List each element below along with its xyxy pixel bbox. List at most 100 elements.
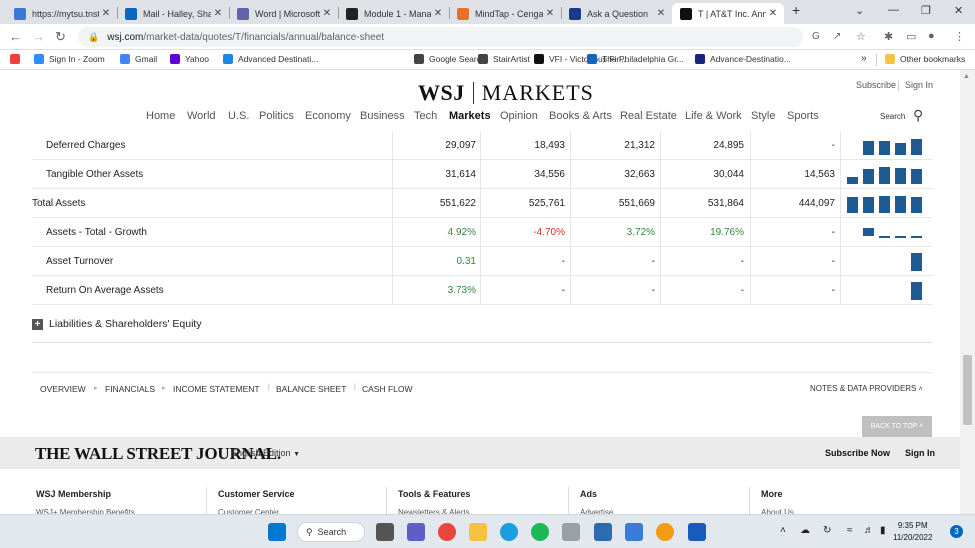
system-clock[interactable]: 9:35 PM 11/20/2022 [893, 520, 932, 544]
app-icon[interactable] [656, 523, 674, 541]
extensions-icon[interactable]: ✱ [884, 30, 893, 43]
nav-link-life-work[interactable]: Life & Work [685, 110, 742, 122]
onedrive-icon[interactable]: ☁ [800, 525, 810, 536]
browser-tab[interactable]: MindTap - Cenga ✕ [449, 3, 561, 24]
subnav-link-financials[interactable]: FINANCIALS [105, 384, 155, 394]
scrollbar-thumb[interactable] [963, 355, 972, 425]
browser-tab[interactable]: Module 1 - Mana ✕ [338, 3, 449, 24]
footer-column-title[interactable]: Customer Service [218, 489, 295, 499]
file-explorer-icon[interactable] [469, 523, 487, 541]
forward-arrow-icon[interactable]: → [32, 29, 45, 44]
tab-search-chevron-icon[interactable]: ⌄ [855, 4, 864, 17]
footer-column-title[interactable]: Ads [580, 489, 597, 499]
subnav-link-balance-sheet[interactable]: BALANCE SHEET [276, 384, 346, 394]
bookmark-item[interactable]: The Philadelphia Gr... [587, 54, 684, 64]
window-close-icon[interactable]: ✕ [954, 4, 963, 17]
reload-icon[interactable]: ↻ [55, 29, 66, 45]
notification-badge[interactable]: 3 [950, 525, 963, 538]
bookmark-item[interactable]: Gmail [120, 54, 157, 64]
back-to-top-button[interactable]: BACK TO TOP ˄ [862, 416, 932, 437]
nav-link-economy[interactable]: Economy [305, 110, 351, 122]
close-icon[interactable]: ✕ [543, 8, 557, 19]
photos-icon[interactable] [625, 523, 643, 541]
chrome-icon[interactable] [438, 523, 456, 541]
wifi-icon[interactable]: ≈ [847, 525, 853, 536]
nav-link-business[interactable]: Business [360, 110, 405, 122]
nav-link-politics[interactable]: Politics [259, 110, 294, 122]
task-view-icon[interactable] [376, 523, 394, 541]
minimize-icon[interactable]: — [888, 4, 899, 16]
bookmark-item[interactable] [10, 54, 25, 64]
kebab-menu-icon[interactable]: ⋮ [954, 30, 965, 43]
nav-link-style[interactable]: Style [751, 110, 775, 122]
browser-tab[interactable]: Ask a Question ✕ [561, 3, 672, 24]
profile-icon[interactable]: ● [928, 30, 935, 42]
volume-icon[interactable]: ♬ [864, 525, 874, 536]
more-bookmarks-icon[interactable]: » [861, 53, 867, 64]
nav-link-real-estate[interactable]: Real Estate [620, 110, 677, 122]
share-icon[interactable]: ↗ [833, 31, 841, 42]
close-icon[interactable]: ✕ [99, 8, 113, 19]
restore-icon[interactable]: ❐ [921, 4, 931, 17]
nav-link-sports[interactable]: Sports [787, 110, 819, 122]
close-icon[interactable]: ✕ [320, 8, 334, 19]
subnav-link-overview[interactable]: OVERVIEW [40, 384, 86, 394]
nav-link-opinion[interactable]: Opinion [500, 110, 538, 122]
sync-icon[interactable]: ↻ [823, 525, 831, 536]
bookmark-item[interactable]: Google Search [414, 54, 486, 64]
bookmark-item[interactable]: Advanced Destinati... [223, 54, 318, 64]
taskbar-search[interactable]: ⚲ Search [297, 522, 365, 542]
zoom-app-icon[interactable] [594, 523, 612, 541]
close-icon[interactable]: ✕ [654, 8, 668, 19]
google-lens-icon[interactable]: G [812, 31, 820, 42]
browser-tab[interactable]: Mail - Halley, Sha ✕ [117, 3, 229, 24]
word-icon[interactable] [688, 523, 706, 541]
side-panel-icon[interactable]: ▭ [906, 30, 916, 43]
other-bookmarks[interactable]: Other bookmarks [885, 54, 965, 64]
new-tab-icon[interactable]: + [792, 2, 800, 18]
subscribe-link[interactable]: Subscribe [856, 80, 896, 90]
calculator-icon[interactable] [562, 523, 580, 541]
bookmark-star-icon[interactable]: ☆ [856, 30, 866, 43]
spotify-icon[interactable] [531, 523, 549, 541]
liabilities-section-toggle[interactable]: + Liabilities & Shareholders' Equity [32, 318, 202, 330]
bookmark-item[interactable]: Yahoo [170, 54, 209, 64]
edge-icon[interactable] [500, 523, 518, 541]
footer-column-title[interactable]: Tools & Features [398, 489, 470, 499]
bookmark-item[interactable]: Advance-Destinatio... [695, 54, 791, 64]
url-bar[interactable]: 🔒 wsj.com/market-data/quotes/T/financial… [78, 27, 803, 47]
footer-column-title[interactable]: WSJ Membership [36, 489, 111, 499]
edition-selector[interactable]: English Edition ▼ [231, 448, 300, 458]
subnav-link-cash-flow[interactable]: CASH FLOW [362, 384, 413, 394]
back-arrow-icon[interactable]: ← [9, 29, 22, 44]
browser-tab[interactable]: https://mytsu.tnst ✕ [6, 3, 117, 24]
scroll-up-arrow-icon[interactable]: ▲ [963, 73, 970, 80]
bookmark-item[interactable]: Sign In - Zoom [34, 54, 105, 64]
nav-link-books-arts[interactable]: Books & Arts [549, 110, 612, 122]
nav-link-u-s-[interactable]: U.S. [228, 110, 249, 122]
teams-chat-icon[interactable] [407, 523, 425, 541]
footer-sign-in-link[interactable]: Sign In [905, 448, 935, 458]
browser-tab[interactable]: T | AT&T Inc. Ann ✕ [672, 3, 784, 24]
wsj-markets-logo[interactable]: WSJ MARKETS [418, 80, 594, 106]
battery-icon[interactable]: ▮ [880, 525, 886, 536]
nav-link-tech[interactable]: Tech [414, 110, 437, 122]
close-icon[interactable]: ✕ [211, 8, 225, 19]
sign-in-link[interactable]: Sign In [905, 80, 933, 90]
search-icon[interactable]: ⚲ [913, 107, 923, 124]
subnav-link-income-statement[interactable]: INCOME STATEMENT [173, 384, 260, 394]
page-scrollbar[interactable] [960, 70, 975, 514]
search-label[interactable]: Search [880, 112, 905, 121]
close-icon[interactable]: ✕ [431, 8, 445, 19]
close-icon[interactable]: ✕ [766, 8, 780, 19]
nav-link-world[interactable]: World [187, 110, 216, 122]
expand-plus-icon[interactable]: + [32, 318, 43, 330]
browser-tab[interactable]: Word | Microsoft ✕ [229, 3, 338, 24]
nav-link-markets[interactable]: Markets [449, 110, 491, 122]
notes-data-providers-link[interactable]: NOTES & DATA PROVIDERS ˄ [810, 384, 923, 393]
subscribe-now-link[interactable]: Subscribe Now [825, 448, 890, 458]
nav-link-home[interactable]: Home [146, 110, 175, 122]
footer-column-title[interactable]: More [761, 489, 783, 499]
tray-chevron-up-icon[interactable]: ˄ [780, 525, 786, 536]
bookmark-item[interactable]: StairArtist [478, 54, 530, 64]
